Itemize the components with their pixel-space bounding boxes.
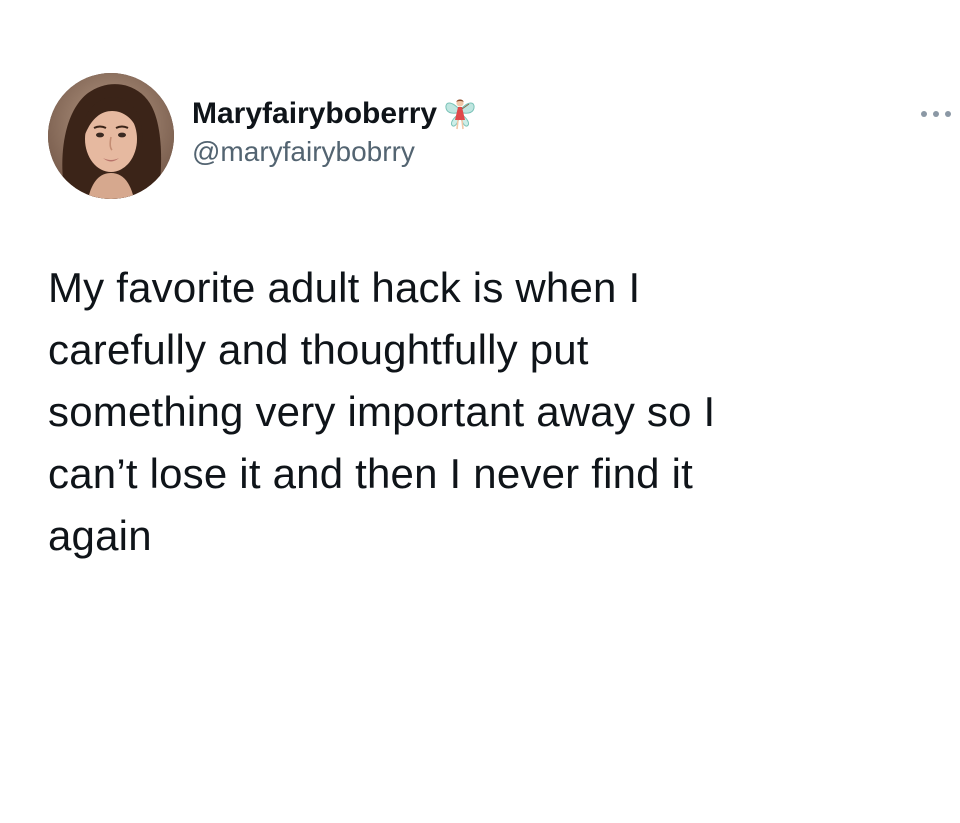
tweet-text: My favorite adult hack is when I careful… <box>48 264 716 559</box>
tweet-author: Maryfairyboberry @maryfairybobrry <box>192 94 479 170</box>
fairy-icon <box>441 94 479 134</box>
tweet-card: Maryfairyboberry @maryfairybobrry My fav… <box>0 0 960 823</box>
author-handle[interactable]: @maryfairybobrry <box>192 134 479 170</box>
author-display-name[interactable]: Maryfairyboberry <box>192 94 437 134</box>
avatar[interactable] <box>48 73 174 199</box>
author-name-row: Maryfairyboberry <box>192 94 479 134</box>
more-dots-icon[interactable] <box>916 104 956 124</box>
avatar-image <box>48 73 174 199</box>
